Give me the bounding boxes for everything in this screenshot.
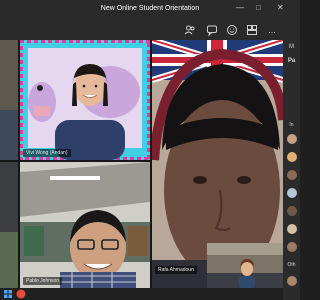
people-icon[interactable] (184, 24, 196, 36)
window-title: New Online Student Orientation (100, 5, 200, 12)
participant-video (20, 40, 150, 160)
avatar[interactable] (287, 224, 297, 234)
maximize-icon[interactable]: □ (256, 4, 261, 12)
participant-tile-vivi[interactable]: Vivi Wong (Andan) (20, 40, 150, 160)
app-icon[interactable] (16, 289, 26, 299)
side-tab-m[interactable]: M (283, 40, 300, 54)
participant-tile-pablo[interactable]: Pablo Johnson (20, 162, 150, 288)
partial-tile-left-top (0, 40, 18, 160)
partial-tile-left-bottom (0, 162, 18, 288)
self-view[interactable] (207, 243, 283, 288)
close-icon[interactable]: ✕ (277, 4, 284, 12)
avatar[interactable] (287, 276, 297, 286)
section-others: Oth (287, 262, 296, 268)
meeting-toolbar: ... (0, 22, 300, 40)
participant-video (20, 162, 150, 288)
participant-tile-main[interactable]: Rafa Ahmadoun (152, 40, 283, 288)
title-bar: New Online Student Orientation — □ ✕ (0, 0, 300, 22)
taskbar (0, 288, 283, 300)
participant-video (0, 162, 18, 288)
avatar[interactable] (287, 170, 297, 180)
panel-header: Pa (287, 58, 296, 64)
reactions-icon[interactable] (226, 24, 238, 36)
participant-name: Rafa Ahmadoun (155, 266, 197, 274)
participants-panel: M Pa In Oth (283, 40, 300, 300)
chat-icon[interactable] (206, 24, 218, 36)
windows-start-icon[interactable] (4, 290, 12, 298)
more-icon[interactable]: ... (266, 24, 278, 36)
self-view-video (207, 243, 283, 288)
avatar[interactable] (287, 242, 297, 252)
avatar[interactable] (287, 206, 297, 216)
avatar[interactable] (287, 188, 297, 198)
minimize-icon[interactable]: — (236, 4, 244, 12)
participant-name: Pablo Johnson (23, 277, 63, 285)
participant-video (0, 40, 18, 160)
section-in-meeting: In (289, 122, 294, 128)
video-stage: Vivi Wong (Andan) Rafa Ahmadoun Pablo Jo… (0, 40, 283, 288)
rooms-icon[interactable] (246, 24, 258, 36)
avatar[interactable] (287, 134, 297, 144)
participant-name: Vivi Wong (Andan) (23, 149, 71, 157)
avatar[interactable] (287, 152, 297, 162)
